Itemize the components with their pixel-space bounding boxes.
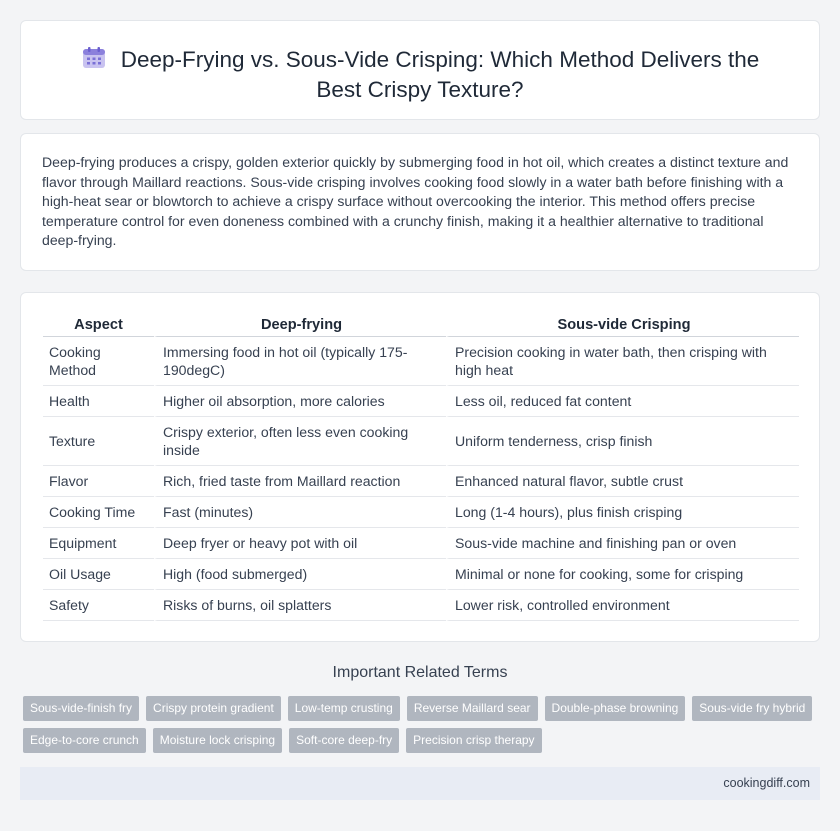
table-row: Flavor Rich, fried taste from Maillard r… [43, 466, 799, 497]
table-row: Cooking Method Immersing food in hot oil… [43, 337, 799, 386]
cell-sous-vide: Minimal or none for cooking, some for cr… [446, 559, 799, 590]
tag-link[interactable]: Reverse Maillard sear [406, 696, 538, 721]
tag-link[interactable]: Sous-vide fry hybrid [692, 696, 813, 721]
page-title: Deep-Frying vs. Sous-Vide Crisping: Whic… [21, 45, 819, 105]
table-row: Equipment Deep fryer or heavy pot with o… [43, 528, 799, 559]
tag-row-2: Edge-to-core crunch Moisture lock crispi… [23, 728, 823, 753]
cell-aspect: Equipment [43, 528, 154, 559]
cell-sous-vide: Long (1-4 hours), plus finish crisping [446, 497, 799, 528]
cell-sous-vide: Precision cooking in water bath, then cr… [446, 337, 799, 386]
related-terms-tags: Sous-vide-finish fry Crispy protein grad… [23, 696, 823, 760]
intro-paragraph: Deep-frying produces a crispy, golden ex… [42, 154, 789, 248]
footer: cookingdiff.com [20, 767, 820, 800]
title-card: Deep-Frying vs. Sous-Vide Crisping: Whic… [20, 20, 820, 120]
tag-link[interactable]: Soft-core deep-fry [289, 728, 400, 753]
table-header-row: Aspect Deep-frying Sous-vide Crisping [43, 313, 799, 337]
table-row: Oil Usage High (food submerged) Minimal … [43, 559, 799, 590]
tag-link[interactable]: Low-temp crusting [287, 696, 400, 721]
table-row: Cooking Time Fast (minutes) Long (1-4 ho… [43, 497, 799, 528]
cell-sous-vide: Lower risk, controlled environment [446, 590, 799, 621]
tag-link[interactable]: Sous-vide-finish fry [23, 696, 140, 721]
intro-card: Deep-frying produces a crispy, golden ex… [20, 133, 820, 271]
header-sous-vide: Sous-vide Crisping [446, 313, 799, 337]
tag-link[interactable]: Double-phase browning [544, 696, 686, 721]
header-aspect: Aspect [43, 313, 154, 337]
cell-deep-frying: Risks of burns, oil splatters [154, 590, 446, 621]
cell-aspect: Cooking Method [43, 337, 154, 386]
cell-sous-vide: Less oil, reduced fat content [446, 386, 799, 417]
tag-link[interactable]: Moisture lock crisping [152, 728, 283, 753]
footer-site-link[interactable]: cookingdiff.com [723, 776, 810, 790]
cell-deep-frying: Higher oil absorption, more calories [154, 386, 446, 417]
cell-deep-frying: Rich, fried taste from Maillard reaction [154, 466, 446, 497]
cell-aspect: Health [43, 386, 154, 417]
table-row: Safety Risks of burns, oil splatters Low… [43, 590, 799, 621]
cell-aspect: Safety [43, 590, 154, 621]
cell-aspect: Texture [43, 417, 154, 466]
table-row: Health Higher oil absorption, more calor… [43, 386, 799, 417]
tag-link[interactable]: Crispy protein gradient [146, 696, 281, 721]
comparison-card: Aspect Deep-frying Sous-vide Crisping Co… [20, 292, 820, 642]
tag-link[interactable]: Precision crisp therapy [406, 728, 542, 753]
cell-deep-frying: Fast (minutes) [154, 497, 446, 528]
calendar-icon [82, 47, 105, 68]
table-row: Texture Crispy exterior, often less even… [43, 417, 799, 466]
cell-aspect: Flavor [43, 466, 154, 497]
header-deep-frying: Deep-frying [154, 313, 446, 337]
tag-row-1: Sous-vide-finish fry Crispy protein grad… [23, 696, 823, 721]
cell-sous-vide: Sous-vide machine and finishing pan or o… [446, 528, 799, 559]
cell-aspect: Cooking Time [43, 497, 154, 528]
title-line-1: Deep-Frying vs. Sous-Vide Crisping: Whic… [120, 47, 760, 72]
cell-deep-frying: Immersing food in hot oil (typically 175… [154, 337, 446, 386]
cell-deep-frying: High (food submerged) [154, 559, 446, 590]
cell-sous-vide: Enhanced natural flavor, subtle crust [446, 466, 799, 497]
comparison-table: Aspect Deep-frying Sous-vide Crisping Co… [43, 313, 799, 621]
cell-deep-frying: Deep fryer or heavy pot with oil [154, 528, 446, 559]
cell-aspect: Oil Usage [43, 559, 154, 590]
tag-link[interactable]: Edge-to-core crunch [23, 728, 146, 753]
related-terms-heading: Important Related Terms [332, 664, 508, 681]
cell-sous-vide: Uniform tenderness, crisp finish [446, 417, 799, 466]
cell-deep-frying: Crispy exterior, often less even cooking… [154, 417, 446, 466]
title-line-2: Best Crispy Texture? [316, 77, 524, 102]
